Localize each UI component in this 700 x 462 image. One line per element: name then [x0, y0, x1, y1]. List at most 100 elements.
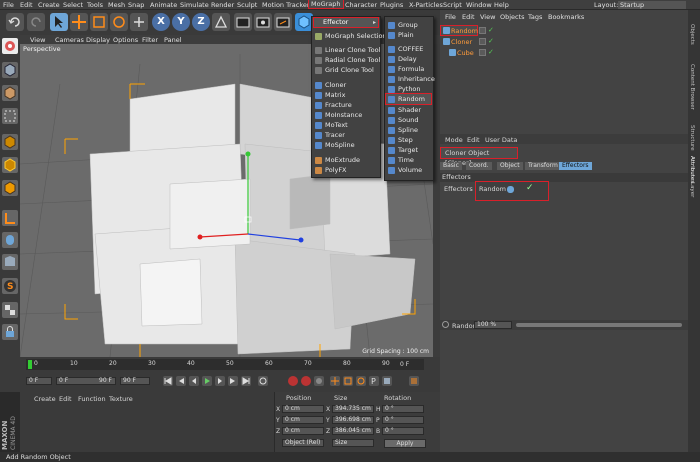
prev-key-icon[interactable]: [176, 376, 186, 386]
vp-menu-filter[interactable]: Filter: [142, 36, 158, 44]
tab-coord[interactable]: Coord.: [466, 162, 492, 170]
effector-item-volume[interactable]: Volume: [388, 165, 422, 175]
attr-menu-mode[interactable]: Mode: [445, 136, 463, 144]
effector-item-step[interactable]: Step: [388, 135, 413, 145]
preview-range-field[interactable]: 0 F 90 F: [56, 377, 116, 385]
menu-render[interactable]: Render: [211, 1, 234, 9]
scale-tool-icon[interactable]: [90, 13, 108, 31]
rotation-b-field[interactable]: 0 °: [382, 427, 424, 435]
menu-sculpt[interactable]: Sculpt: [237, 1, 257, 9]
strength-input[interactable]: 100 %: [474, 321, 512, 329]
auto-key-icon[interactable]: [301, 376, 311, 386]
vp-menu-panel[interactable]: Panel: [164, 36, 182, 44]
timeline-options-icon[interactable]: [409, 376, 419, 386]
size-mode-select[interactable]: Size: [332, 439, 374, 447]
menu-animate[interactable]: Animate: [150, 1, 177, 9]
rotation-h-field[interactable]: 0 °: [382, 405, 424, 413]
keyframe-selection-icon[interactable]: [314, 376, 324, 386]
mograph-item-motext[interactable]: MoText: [315, 120, 348, 130]
size-x-field[interactable]: 394.735 cm: [332, 405, 374, 413]
enabled-check-icon[interactable]: ✓: [488, 26, 494, 34]
side-tab-structure[interactable]: Structure: [689, 125, 695, 151]
size-z-field[interactable]: 386.045 cm: [332, 427, 374, 435]
tab-basic[interactable]: Basic: [440, 162, 462, 170]
om-menu-edit[interactable]: Edit: [462, 13, 475, 21]
effector-item-inheritance[interactable]: Inheritance: [388, 74, 435, 84]
mat-menu-create[interactable]: Create: [34, 395, 56, 403]
apply-button[interactable]: Apply: [384, 439, 426, 448]
menu-mesh[interactable]: Mesh: [108, 1, 125, 9]
mograph-item-tracer[interactable]: Tracer: [315, 130, 345, 140]
om-menu-bookmarks[interactable]: Bookmarks: [548, 13, 584, 21]
mograph-item-grid-clone-tool[interactable]: Grid Clone Tool: [315, 65, 374, 75]
effectors-list[interactable]: Random ✓: [475, 181, 549, 201]
effector-item-delay[interactable]: Delay: [388, 54, 417, 64]
loop-icon[interactable]: [258, 376, 268, 386]
menu-create[interactable]: Create: [38, 1, 60, 9]
enabled-check-icon[interactable]: ✓: [488, 48, 494, 56]
menu-x-particles[interactable]: X-Particles: [409, 1, 443, 9]
menu-tools[interactable]: Tools: [87, 1, 103, 9]
vp-menu-view[interactable]: View: [30, 36, 45, 44]
z-axis-lock[interactable]: Z: [192, 13, 210, 31]
effector-item-time[interactable]: Time: [388, 155, 414, 165]
undo-icon[interactable]: [6, 13, 24, 31]
layer-checkbox[interactable]: [479, 27, 486, 34]
object-row-cube[interactable]: Cube ✓: [440, 48, 688, 57]
object-row-cloner[interactable]: Cloner ✓: [440, 37, 688, 46]
vp-menu-cameras[interactable]: Cameras: [55, 36, 84, 44]
effector-item-target[interactable]: Target: [388, 145, 418, 155]
mat-menu-function[interactable]: Function: [78, 395, 106, 403]
prev-frame-icon[interactable]: [189, 376, 199, 386]
texture-mode-icon[interactable]: [2, 85, 18, 101]
effector-item-formula[interactable]: Formula: [388, 64, 424, 74]
tweak-mode-icon[interactable]: [2, 232, 18, 248]
menu-motion-tracker[interactable]: Motion Tracker: [262, 1, 310, 9]
effector-item-coffee[interactable]: COFFEE: [388, 44, 423, 54]
recent-tool-icon[interactable]: [130, 13, 148, 31]
tab-transform[interactable]: Transform: [525, 162, 561, 170]
menu-window[interactable]: Window: [466, 1, 492, 9]
attr-menu-edit[interactable]: Edit: [467, 136, 480, 144]
render-settings-icon[interactable]: [274, 13, 292, 31]
tab-object[interactable]: Object: [497, 162, 523, 170]
rotation-p-field[interactable]: 0 °: [382, 416, 424, 424]
position-z-field[interactable]: 0 cm: [282, 427, 324, 435]
menu-edit[interactable]: Edit: [20, 1, 33, 9]
play-icon[interactable]: [202, 376, 212, 386]
strength-slider[interactable]: [516, 323, 682, 327]
select-tool-icon[interactable]: [50, 13, 68, 31]
vp-menu-display[interactable]: Display: [86, 36, 110, 44]
position-x-field[interactable]: 0 cm: [282, 405, 324, 413]
mograph-item-moextrude[interactable]: MoExtrude: [315, 155, 360, 165]
effector-item-random[interactable]: Random: [385, 93, 432, 105]
object-row-random[interactable]: Random ✓: [440, 25, 688, 36]
layout-select[interactable]: Startup: [618, 1, 686, 9]
y-axis-lock[interactable]: Y: [172, 13, 190, 31]
side-tab-content-browser[interactable]: Content Browser: [689, 64, 695, 110]
menu-help[interactable]: Help: [494, 1, 509, 9]
mograph-item-mograph-selection[interactable]: MoGraph Selection: [315, 31, 387, 41]
redo-icon[interactable]: [27, 13, 45, 31]
move-tool-icon[interactable]: [70, 13, 88, 31]
effector-submenu-item[interactable]: Effector: [313, 17, 379, 28]
next-frame-icon[interactable]: [215, 376, 225, 386]
rotate-tool-icon[interactable]: [110, 13, 128, 31]
effector-item-python[interactable]: Python: [388, 84, 421, 94]
start-frame-field[interactable]: 0 F: [26, 377, 52, 385]
polygons-mode-icon[interactable]: [2, 180, 18, 196]
menu-mograph[interactable]: MoGraph: [308, 0, 344, 9]
points-mode-icon[interactable]: [2, 134, 18, 150]
x-axis-lock[interactable]: X: [152, 13, 170, 31]
mograph-item-matrix[interactable]: Matrix: [315, 90, 345, 100]
render-view-icon[interactable]: [234, 13, 252, 31]
mograph-item-moinstance[interactable]: MoInstance: [315, 110, 362, 120]
key-pla-icon[interactable]: [382, 376, 392, 386]
keyframe-icon[interactable]: [442, 321, 449, 328]
attr-menu-user-data[interactable]: User Data: [485, 136, 517, 144]
key-position-icon[interactable]: [330, 376, 340, 386]
menu-snap[interactable]: Snap: [128, 1, 144, 9]
om-menu-view[interactable]: View: [480, 13, 495, 21]
make-editable-icon[interactable]: [2, 38, 18, 54]
effector-item-spline[interactable]: Spline: [388, 125, 418, 135]
